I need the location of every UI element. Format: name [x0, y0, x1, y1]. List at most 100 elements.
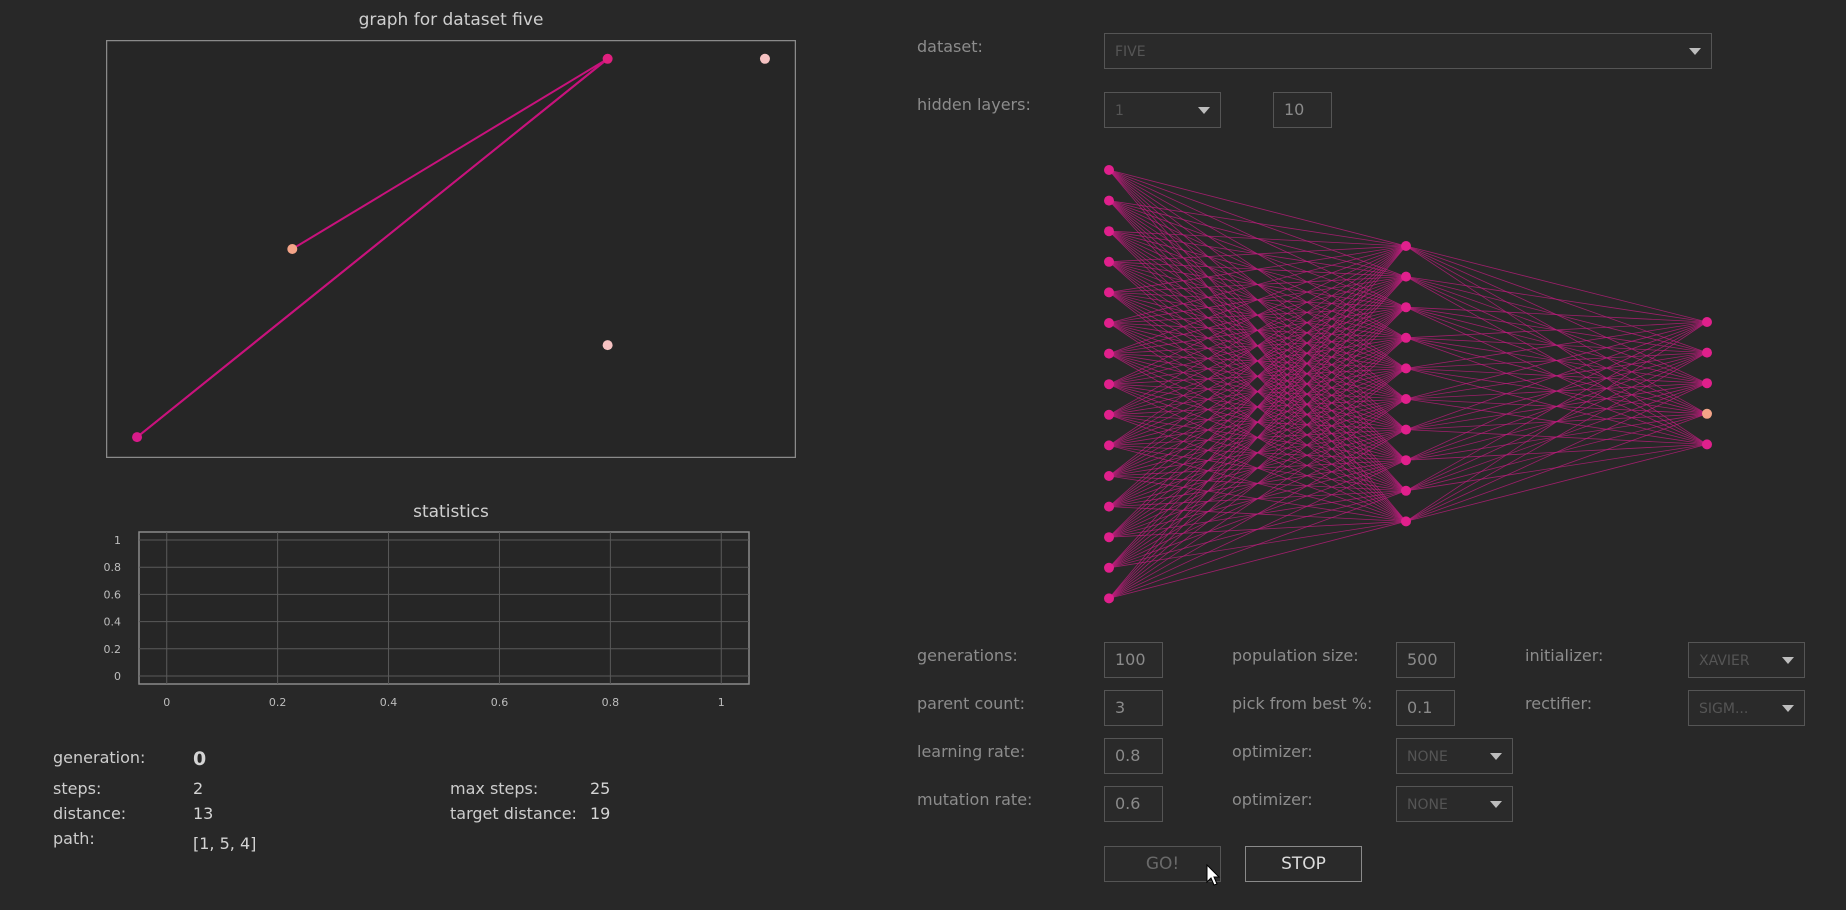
parent-count-input[interactable]: 3: [1104, 690, 1163, 726]
network-node: [1104, 165, 1114, 175]
initializer-selected-value: XAVIER: [1699, 653, 1750, 669]
network-edge: [1405, 352, 1708, 522]
chevron-down-icon: [1490, 801, 1502, 808]
statistics-x-tick-label: 1: [718, 696, 725, 709]
network-edge: [1405, 276, 1708, 323]
network-node: [1104, 532, 1114, 543]
network-edge: [1405, 321, 1708, 492]
graph-frame: [106, 40, 796, 458]
target-distance-label: target distance:: [450, 804, 577, 823]
graph-canvas: [106, 40, 796, 458]
hidden-layer-size-input[interactable]: 10: [1273, 92, 1332, 128]
distance-value: 13: [193, 804, 214, 823]
statistics-x-tick-label: 0: [163, 696, 170, 709]
network-edge: [1405, 321, 1708, 522]
network-node: [1104, 379, 1114, 390]
network-edge: [1405, 321, 1708, 369]
statistics-frame: [138, 531, 750, 685]
rectifier-selected-value: SIGM...: [1699, 701, 1749, 717]
stop-button[interactable]: STOP: [1245, 846, 1362, 882]
network-node: [1401, 455, 1411, 466]
network-node: [1401, 363, 1411, 374]
steps-value: 2: [193, 779, 204, 798]
generation-label: generation:: [53, 748, 146, 767]
network-node: [1104, 562, 1114, 573]
population-size-value: 500: [1407, 650, 1438, 669]
statistics-x-tick-label: 0.2: [269, 696, 287, 709]
network-node: [1401, 241, 1411, 251]
network-node: [1401, 332, 1411, 343]
path-label: path:: [53, 829, 95, 848]
statistics-x-tick-label: 0.6: [491, 696, 509, 709]
statistics-y-ticks: 0 0.2 0.4 0.6 0.8 1: [104, 534, 122, 683]
network-node: [1104, 195, 1114, 206]
graph-title: graph for dataset five: [358, 10, 544, 30]
parent-count-label: parent count:: [917, 694, 1026, 713]
graph-node: [287, 244, 298, 254]
graph-node: [759, 53, 770, 64]
graph-node: [132, 432, 143, 443]
population-size-label: population size:: [1232, 646, 1359, 665]
hidden-layer-size-value: 10: [1284, 100, 1305, 119]
network-node: [1104, 593, 1114, 604]
optimizer-2-select[interactable]: NONE: [1396, 786, 1513, 822]
network-edge: [1405, 321, 1708, 339]
chevron-down-icon: [1782, 657, 1794, 664]
network-edge: [1405, 306, 1708, 323]
network-node: [1104, 501, 1114, 512]
optimizer-2-label: optimizer:: [1232, 790, 1313, 809]
network-node: [1104, 318, 1114, 328]
hidden-layers-label: hidden layers:: [917, 95, 1031, 114]
generations-input[interactable]: 100: [1104, 642, 1163, 678]
initializer-label: initializer:: [1525, 646, 1604, 665]
optimizer-1-label: optimizer:: [1232, 742, 1313, 761]
chevron-down-icon: [1198, 107, 1210, 114]
network-node: [1104, 348, 1114, 359]
network-edge: [1405, 444, 1708, 522]
graph-node: [602, 53, 613, 64]
optimizer-1-select[interactable]: NONE: [1396, 738, 1513, 774]
statistics-y-tick-label: 0.6: [104, 588, 122, 601]
network-edge: [1405, 382, 1708, 522]
dataset-select[interactable]: FIVE: [1104, 33, 1712, 69]
statistics-x-tick-label: 0.4: [380, 696, 398, 709]
mutation-rate-input[interactable]: 0.6: [1104, 786, 1163, 822]
optimizer-1-selected-value: NONE: [1407, 749, 1448, 765]
statistics-y-tick-label: 1: [114, 534, 121, 547]
statistics-y-tick-label: 0.4: [104, 616, 122, 629]
rectifier-select[interactable]: SIGM...: [1688, 690, 1805, 726]
network-node: [1104, 226, 1114, 237]
initializer-select[interactable]: XAVIER: [1688, 642, 1805, 678]
distance-label: distance:: [53, 804, 127, 823]
steps-label: steps:: [53, 779, 102, 798]
hidden-layers-select[interactable]: 1: [1104, 92, 1221, 128]
learning-rate-value: 0.8: [1115, 746, 1141, 765]
pick-from-best-value: 0.1: [1407, 698, 1433, 717]
network-node: [1401, 424, 1411, 435]
network-node: [1104, 471, 1114, 481]
network-node: [1401, 394, 1411, 404]
path-value: [1, 5, 4]: [193, 834, 257, 853]
go-button[interactable]: GO!: [1104, 846, 1221, 882]
population-size-input[interactable]: 500: [1396, 642, 1455, 678]
network-edge: [1405, 413, 1708, 522]
mutation-rate-value: 0.6: [1115, 794, 1141, 813]
network-edges: [1108, 169, 1708, 599]
rectifier-label: rectifier:: [1525, 694, 1593, 713]
parent-count-value: 3: [1115, 698, 1126, 717]
network-node: [1401, 271, 1411, 282]
max-steps-value: 25: [590, 779, 611, 798]
network-edge: [1405, 321, 1708, 400]
target-distance-value: 19: [590, 804, 611, 823]
mutation-rate-label: mutation rate:: [917, 790, 1033, 809]
max-steps-label: max steps:: [450, 779, 539, 798]
learning-rate-input[interactable]: 0.8: [1104, 738, 1163, 774]
network-edge: [1405, 245, 1708, 323]
learning-rate-label: learning rate:: [917, 742, 1026, 761]
pick-from-best-input[interactable]: 0.1: [1396, 690, 1455, 726]
generations-label: generations:: [917, 646, 1018, 665]
statistics-y-tick-label: 0.2: [104, 643, 122, 656]
network-node: [1104, 287, 1114, 298]
network-edge: [1405, 321, 1708, 461]
statistics-x-tick-label: 0.8: [602, 696, 620, 709]
